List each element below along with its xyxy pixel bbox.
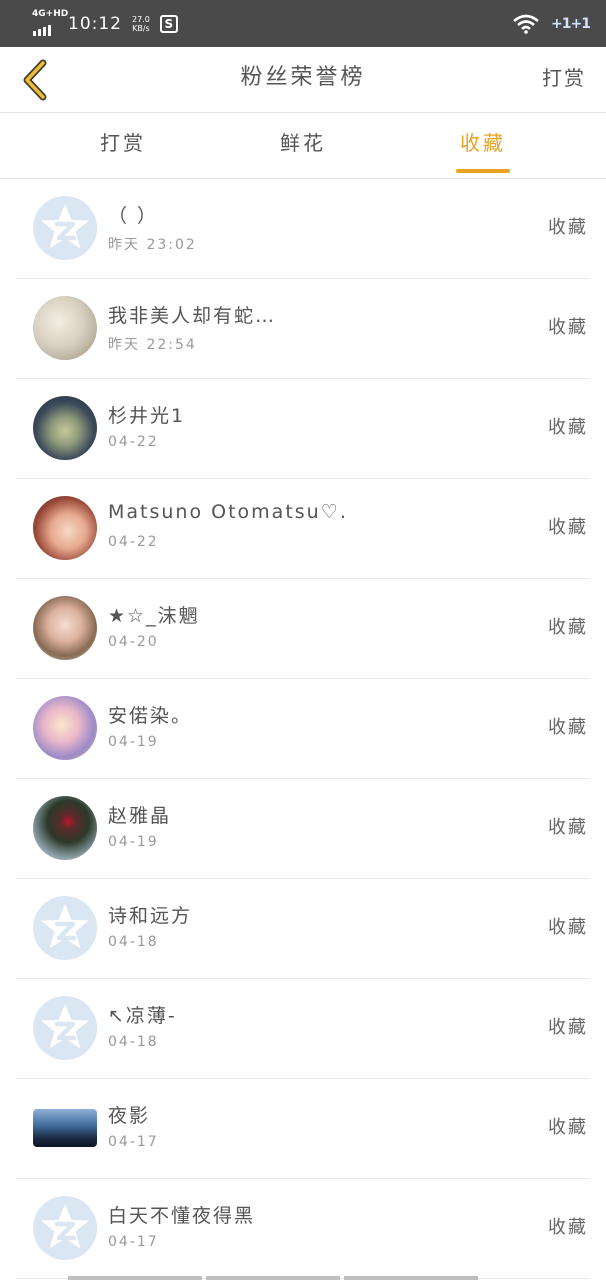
action-label: 收藏 [548,1217,588,1238]
default-avatar-icon [33,1196,97,1260]
fan-date: 04-22 [108,534,159,550]
avatar [33,396,97,460]
fan-name: ★☆_沫魍 [108,605,200,627]
avatar [33,496,97,560]
list-item[interactable]: ★☆_沫魍 04-20 收藏 [16,579,590,679]
fan-name: 夜影 [108,1105,151,1127]
fan-list: （ ） 昨天 23:02 收藏 我非美人却有蛇… 昨天 22:54 收藏 杉井光… [0,179,606,1279]
tab-flowers[interactable]: 鲜花 [276,113,330,179]
fan-name: 赵雅晶 [108,805,172,827]
list-item[interactable]: ↖凉薄- 04-18 收藏 [16,979,590,1079]
default-avatar-icon [33,896,97,960]
scroll-indicator [68,1276,478,1280]
avatar [33,296,97,360]
avatar [33,1109,97,1147]
list-item[interactable]: 我非美人却有蛇… 昨天 22:54 收藏 [16,279,590,379]
battery-icon: +1+1 [551,15,591,32]
active-tab-indicator [456,169,510,173]
app-notification-icon: S [159,14,178,33]
avatar [33,596,97,660]
list-item[interactable]: 安偌染。 04-19 收藏 [16,679,590,779]
reward-button[interactable]: 打赏 [542,47,586,113]
navigation-bar: 粉丝荣誉榜 打赏 [0,47,606,113]
action-label: 收藏 [548,517,588,538]
action-label: 收藏 [548,1117,588,1138]
action-label: 收藏 [548,417,588,438]
fan-date: 昨天 23:02 [108,237,197,253]
avatar [33,796,97,860]
default-avatar-icon [33,196,97,260]
cellular-signal-icon: 4G+HD [32,9,68,38]
fan-date: 04-17 [108,1234,159,1250]
fan-name: 杉井光1 [108,405,186,427]
fan-name: 安偌染。 [108,705,193,727]
wifi-icon [513,14,539,34]
avatar [33,696,97,760]
fan-name: Matsuno Otomatsu♡… [108,501,348,523]
fan-date: 04-18 [108,934,159,950]
fan-date: 04-20 [108,634,159,650]
action-label: 收藏 [548,217,588,238]
network-speed: 27.0 KB/s [132,14,150,33]
fan-date: 04-18 [108,1034,159,1050]
fan-name: （ ） [108,205,159,227]
list-item[interactable]: （ ） 昨天 23:02 收藏 [16,179,590,279]
list-item[interactable]: 赵雅晶 04-19 收藏 [16,779,590,879]
list-item[interactable]: 白天不懂夜得黑 04-17 收藏 [16,1179,590,1279]
fan-name: 诗和远方 [108,905,193,927]
action-label: 收藏 [548,717,588,738]
fan-name: ↖凉薄- [108,1005,177,1027]
fan-date: 04-19 [108,834,159,850]
tab-favorites[interactable]: 收藏 [456,113,510,179]
status-bar: 4G+HD 10:12 27.0 KB/s S +1+1 [0,0,606,47]
fan-date: 04-19 [108,734,159,750]
action-label: 收藏 [548,317,588,338]
action-label: 收藏 [548,1017,588,1038]
action-label: 收藏 [548,917,588,938]
action-label: 收藏 [548,617,588,638]
fan-name: 白天不懂夜得黑 [108,1205,256,1227]
fan-date: 04-22 [108,434,159,450]
default-avatar-icon [33,996,97,1060]
page-title: 粉丝荣誉榜 [240,65,366,90]
list-item[interactable]: 杉井光1 04-22 收藏 [16,379,590,479]
list-item[interactable]: Matsuno Otomatsu♡… 04-22 收藏 [16,479,590,579]
tab-reward[interactable]: 打赏 [96,113,150,179]
fan-name: 我非美人却有蛇… [108,305,277,327]
list-item[interactable]: 夜影 04-17 收藏 [16,1079,590,1179]
network-type: 4G+HD [32,8,69,19]
fan-date: 昨天 22:54 [108,337,197,353]
list-item[interactable]: 诗和远方 04-18 收藏 [16,879,590,979]
action-label: 收藏 [548,817,588,838]
tab-bar: 打赏 鲜花 收藏 [0,113,606,179]
fan-date: 04-17 [108,1134,159,1150]
clock: 10:12 [68,13,122,34]
